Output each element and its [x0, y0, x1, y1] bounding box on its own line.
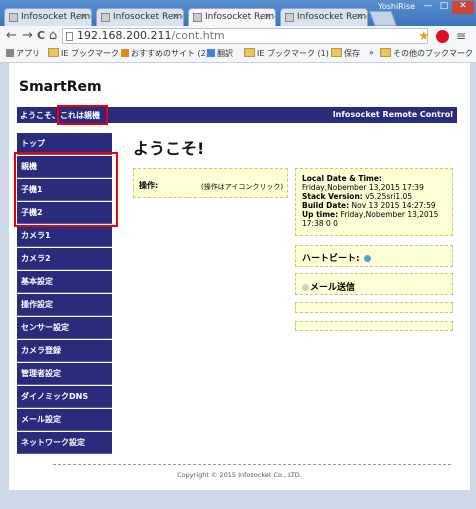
page-icon [193, 13, 202, 22]
back-arrow-icon[interactable]: ← [6, 28, 17, 43]
sidebar-item-camera2[interactable]: カメラ2 [17, 248, 112, 270]
page-viewport: SmartRem ようこそ、これは親機 Infosocket Remote Co… [9, 63, 470, 490]
bookmark-site-icon [121, 49, 129, 57]
address-bar[interactable]: 192.168.200.211/cont.htm [62, 28, 428, 44]
bookmark-translate[interactable]: 翻訳 [207, 48, 233, 59]
browser-tab-4[interactable]: Infosocket Remo × [280, 8, 368, 26]
stack-version-label: Stack Version: [302, 192, 363, 201]
sidebar-item-mail-settings[interactable]: メール設定 [17, 409, 112, 431]
system-info-panel: Local Date & Time: Friday,Nobember 13,20… [295, 168, 453, 236]
browser-tab-3[interactable]: Infosocket Remo × [188, 8, 276, 26]
bookmark-label: アプリ [16, 49, 40, 58]
menu-icon[interactable]: ≡ [456, 29, 466, 43]
local-time-value: Friday,Nobember 13,2015 17:39 [302, 183, 424, 192]
forward-arrow-icon[interactable]: → [22, 28, 33, 43]
empty-panel [295, 321, 453, 331]
operation-title: 操作: [139, 181, 159, 190]
bookmark-label: IE ブックマーク (1) [257, 49, 329, 58]
build-date-label: Build Date: [302, 201, 350, 210]
heartbeat-panel: ハートビート: [295, 245, 453, 267]
copyright-text: Copyright © 2015 Infosocket Co., LTD. [177, 471, 302, 479]
folder-icon [244, 48, 255, 57]
highlight-box-parent-label [57, 105, 108, 125]
bookmark-ie-1[interactable]: IE ブックマーク (1) [244, 48, 329, 59]
bookmark-recommended[interactable]: おすすめのサイト (2) [121, 48, 209, 59]
bookmarks-bar: アプリ IE ブックマーク おすすめのサイト (2) 翻訳 IE ブックマーク … [0, 46, 476, 63]
uptime-label: Up time: [302, 210, 339, 219]
close-tab-icon[interactable]: × [79, 12, 87, 22]
page-icon [9, 13, 18, 22]
close-tab-icon[interactable]: × [171, 12, 179, 22]
bookmark-ie[interactable]: IE ブックマーク [48, 48, 119, 59]
page-icon [66, 32, 73, 41]
bookmark-label: その他のブックマーク [393, 49, 473, 58]
sidebar-item-camera1[interactable]: カメラ1 [17, 225, 112, 247]
operation-note: (操作はアイコンクリック) [201, 183, 284, 191]
browser-tab-1[interactable]: Infosocket Remo × [4, 8, 92, 26]
bookmark-apps[interactable]: アプリ [6, 48, 40, 59]
operation-panel: 操作: (操作はアイコンクリック) [133, 168, 288, 198]
new-tab-button[interactable] [369, 11, 397, 26]
reload-icon[interactable]: C [37, 29, 45, 42]
home-icon[interactable]: ⌂ [49, 28, 57, 43]
title-bar: Infosocket Remo × Infosocket Remo × Info… [0, 0, 476, 26]
extension-icon[interactable] [436, 30, 449, 43]
bookmark-label: IE ブックマーク [61, 49, 119, 58]
window-bottom [0, 490, 476, 509]
bookmark-other[interactable]: その他のブックマーク [380, 48, 473, 59]
heartbeat-label: ハートビート: [302, 254, 360, 264]
brand-text: Infosocket Remote Control [332, 110, 453, 119]
sidebar-item-camera-registration[interactable]: カメラ登録 [17, 340, 112, 362]
close-window-button[interactable]: ✕ [452, 1, 474, 14]
sidebar-item-dynamic-dns[interactable]: ダイノミックDNS [17, 386, 112, 408]
bookmark-more-chevron[interactable]: » [369, 48, 374, 57]
apps-grid-icon [6, 49, 14, 57]
url-host: 192.168.200.211 [77, 29, 172, 42]
sidebar-item-network-settings[interactable]: ネットワーク設定 [17, 432, 112, 454]
browser-tab-2[interactable]: Infosocket Remo × [96, 8, 184, 26]
bookmark-label: 保存 [344, 49, 360, 58]
heartbeat-status-icon [363, 255, 371, 262]
close-tab-icon[interactable]: × [355, 12, 363, 22]
mail-status-icon [302, 284, 309, 291]
bookmark-label: おすすめのサイト (2) [131, 49, 209, 58]
maximize-button[interactable]: □ [436, 1, 452, 14]
build-date-value: Nov 13 2015 14:27:59 [349, 201, 436, 210]
folder-icon [380, 48, 391, 57]
url-path: /cont.htm [171, 29, 225, 42]
stack-version-value: v5.25sri1.05 [362, 192, 413, 201]
local-time-label: Local Date & Time: [302, 174, 382, 183]
empty-panel [295, 302, 453, 313]
bookmark-label: 翻訳 [217, 49, 233, 58]
folder-icon [331, 48, 342, 57]
sidebar-item-admin-settings[interactable]: 管理者設定 [17, 363, 112, 385]
page-icon [101, 13, 110, 22]
mail-label: メール送信 [310, 283, 356, 293]
site-logo: SmartRem [19, 79, 102, 95]
mail-panel: メール送信 [295, 273, 453, 295]
user-name[interactable]: YoshiRise [378, 2, 415, 11]
footer-divider [53, 464, 451, 465]
page-icon [285, 13, 294, 22]
bookmark-star-icon[interactable]: ★ [418, 29, 430, 44]
bookmark-save[interactable]: 保存 [331, 48, 360, 59]
folder-icon [48, 48, 59, 57]
close-tab-icon[interactable]: × [263, 12, 271, 22]
minimize-button[interactable]: — [420, 1, 436, 14]
highlight-box-devices [14, 152, 118, 227]
sidebar-item-operation-settings[interactable]: 操作設定 [17, 294, 112, 316]
sidebar-item-sensor-settings[interactable]: センサー設定 [17, 317, 112, 339]
browser-toolbar: ← → C ⌂ 192.168.200.211/cont.htm [0, 26, 476, 46]
sidebar-item-basic-settings[interactable]: 基本設定 [17, 271, 112, 293]
translate-icon [207, 49, 215, 57]
browser-window: Infosocket Remo × Infosocket Remo × Info… [0, 0, 476, 509]
page-title: ようこそ! [133, 139, 205, 158]
